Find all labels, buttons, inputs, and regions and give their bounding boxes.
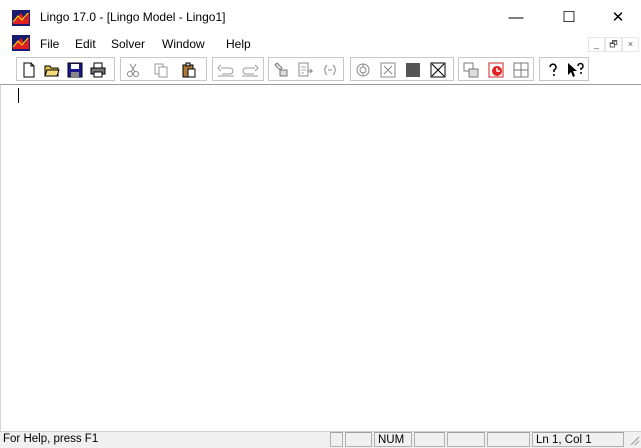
redo-button[interactable] xyxy=(240,60,260,80)
status-pane-1 xyxy=(330,432,343,447)
status-bar: For Help, press F1 NUM Ln 1, Col 1 xyxy=(0,431,641,448)
find-icon xyxy=(274,62,288,77)
send-to-back-icon xyxy=(463,62,479,78)
save-icon xyxy=(67,62,83,78)
goto-line-icon xyxy=(298,62,313,77)
status-cursor-position: Ln 1, Col 1 xyxy=(532,432,624,447)
undo-icon xyxy=(217,64,234,77)
menu-help[interactable]: Help xyxy=(226,37,251,51)
context-help-icon xyxy=(568,62,584,77)
find-button[interactable] xyxy=(271,60,291,80)
document-restore-icon: 🗗 xyxy=(609,39,618,49)
lingo-app-icon[interactable] xyxy=(12,10,30,26)
menu-solver[interactable]: Solver xyxy=(111,37,145,51)
text-caret xyxy=(18,88,19,103)
tile-icon xyxy=(488,62,504,78)
cut-button[interactable] xyxy=(123,60,143,80)
solution-icon xyxy=(380,62,396,78)
status-pane-6 xyxy=(487,432,530,447)
document-close-icon: × xyxy=(627,39,634,49)
status-pane-4 xyxy=(414,432,445,447)
solve-button[interactable] xyxy=(353,60,373,80)
maximize-button[interactable]: ☐ xyxy=(549,4,589,30)
help-button[interactable] xyxy=(543,60,563,80)
stop-button[interactable] xyxy=(403,60,423,80)
goto-line-button[interactable] xyxy=(295,60,315,80)
maximize-icon: ☐ xyxy=(562,9,576,26)
help-icon xyxy=(549,63,557,76)
toolbar xyxy=(0,55,641,85)
new-button[interactable] xyxy=(19,60,39,80)
window-toolbar-group xyxy=(458,57,534,81)
document-minimize-button[interactable]: _ xyxy=(588,37,605,52)
close-button[interactable]: ✕ xyxy=(598,4,638,30)
model-editor[interactable] xyxy=(0,84,641,431)
match-parenthesis-button[interactable] xyxy=(320,60,340,80)
open-folder-icon xyxy=(44,65,60,77)
minimize-icon: — xyxy=(508,8,524,26)
resize-grip-icon[interactable] xyxy=(628,434,640,446)
solver-toolbar-group xyxy=(350,57,454,81)
document-restore-button[interactable]: 🗗 xyxy=(605,37,622,52)
status-pane-5 xyxy=(447,432,485,447)
save-button[interactable] xyxy=(65,60,85,80)
undo-toolbar-group xyxy=(212,57,264,81)
clipboard-toolbar-group xyxy=(120,57,207,81)
cascade-button[interactable] xyxy=(511,60,531,80)
print-icon xyxy=(90,62,106,78)
print-button[interactable] xyxy=(88,60,108,80)
open-button[interactable] xyxy=(42,60,62,80)
close-all-icon xyxy=(430,62,446,78)
send-to-back-button[interactable] xyxy=(461,60,481,80)
search-toolbar-group xyxy=(268,57,344,81)
file-toolbar-group xyxy=(16,57,115,81)
paste-button[interactable] xyxy=(179,60,199,80)
menu-edit[interactable]: Edit xyxy=(75,37,96,51)
context-help-button[interactable] xyxy=(566,60,586,80)
cut-icon xyxy=(127,63,139,77)
redo-icon xyxy=(242,64,259,77)
undo-button[interactable] xyxy=(216,60,236,80)
document-minimize-icon: _ xyxy=(593,39,599,49)
copy-icon xyxy=(154,63,168,78)
document-close-button[interactable]: × xyxy=(622,37,639,52)
close-icon: ✕ xyxy=(611,9,625,26)
minimize-button[interactable]: — xyxy=(496,4,536,30)
title-bar: Lingo 17.0 - [Lingo Model - Lingo1] — ☐ … xyxy=(0,0,641,32)
new-document-icon xyxy=(23,62,35,78)
menu-window[interactable]: Window xyxy=(162,37,205,51)
menu-bar: File Edit Solver Window Help _ 🗗 × xyxy=(0,33,641,54)
solve-icon xyxy=(356,63,370,77)
status-help-text: For Help, press F1 xyxy=(3,433,99,445)
paste-icon xyxy=(182,62,196,78)
match-parenthesis-icon xyxy=(324,64,336,76)
document-system-menu-icon[interactable] xyxy=(12,35,30,51)
tile-button[interactable] xyxy=(486,60,506,80)
menu-file[interactable]: File xyxy=(40,37,59,51)
status-num-indicator: NUM xyxy=(374,432,412,447)
stop-icon xyxy=(406,63,420,77)
help-toolbar-group xyxy=(539,57,589,81)
window-title: Lingo 17.0 - [Lingo Model - Lingo1] xyxy=(40,10,226,24)
copy-button[interactable] xyxy=(151,60,171,80)
status-pane-2 xyxy=(345,432,372,447)
solution-button[interactable] xyxy=(378,60,398,80)
cascade-icon xyxy=(513,62,529,78)
close-all-button[interactable] xyxy=(428,60,448,80)
